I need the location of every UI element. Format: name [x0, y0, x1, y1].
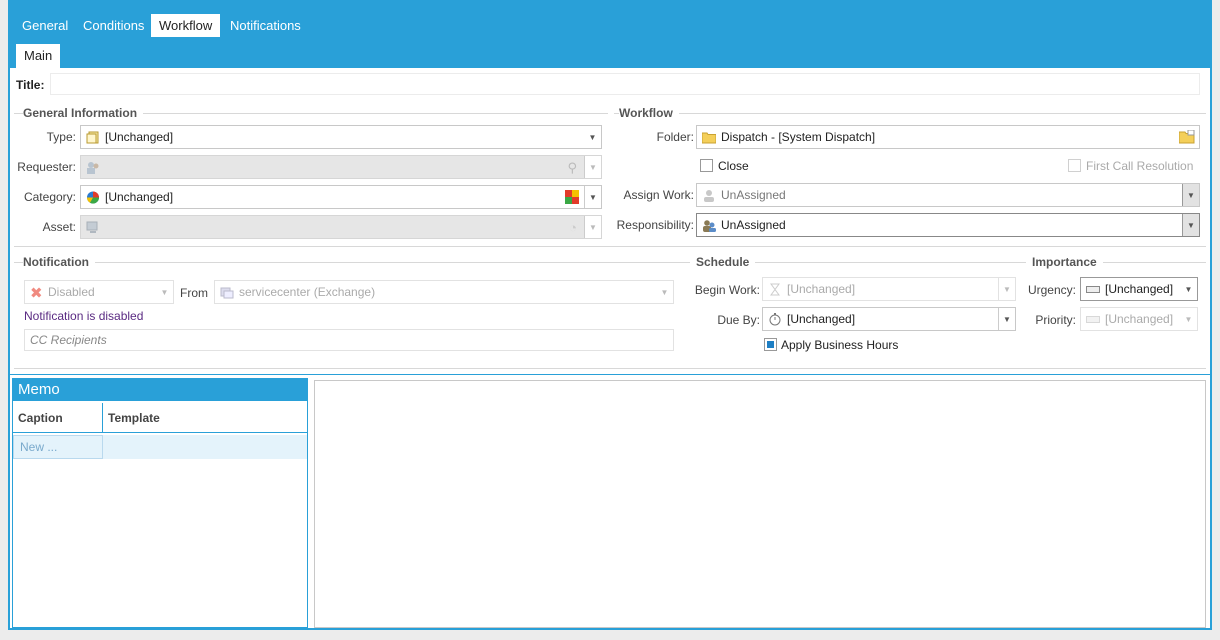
schedule-heading: Schedule	[696, 255, 756, 269]
tab-conditions[interactable]: Conditions	[75, 14, 152, 37]
chevron-down-icon[interactable]: ▼	[584, 216, 601, 238]
apply-business-hours-label: Apply Business Hours	[781, 338, 899, 352]
priority-level-icon	[1086, 315, 1100, 323]
responsibility-select[interactable]: UnAssigned ▼	[696, 213, 1200, 237]
asset-label: Asset:	[42, 220, 76, 234]
urgency-select[interactable]: [Unchanged] ▼	[1080, 277, 1198, 301]
importance-heading: Importance	[1032, 255, 1103, 269]
assign-work-value: UnAssigned	[721, 188, 786, 202]
begin-work-select[interactable]: [Unchanged] ▼	[762, 277, 1016, 301]
first-call-resolution-label: First Call Resolution	[1086, 159, 1194, 173]
assign-work-label: Assign Work:	[623, 188, 694, 202]
priority-value: [Unchanged]	[1105, 312, 1174, 326]
table-row[interactable]: New ...	[13, 435, 307, 459]
category-pie-icon	[86, 191, 100, 204]
category-value: [Unchanged]	[105, 190, 174, 204]
folder-label: Folder:	[656, 130, 694, 144]
urgency-value: [Unchanged]	[1105, 282, 1174, 296]
notification-heading: Notification	[23, 255, 95, 269]
tab-bar: General Conditions Workflow Notification…	[10, 2, 1210, 68]
close-checkbox[interactable]	[700, 159, 713, 172]
from-label: From	[180, 286, 208, 300]
notification-status-select[interactable]: ✖ Disabled ▼	[24, 280, 174, 304]
chevron-down-icon[interactable]: ▼	[156, 281, 173, 303]
responsibility-label: Responsibility:	[616, 218, 694, 232]
responsibility-value: UnAssigned	[721, 218, 786, 232]
chevron-down-icon[interactable]: ▼	[584, 186, 601, 208]
memo-panel: Memo Caption Template New ...	[12, 378, 308, 628]
apply-business-hours-checkbox[interactable]	[764, 338, 777, 351]
urgency-level-icon	[1086, 285, 1100, 293]
category-select[interactable]: [Unchanged] ▼	[80, 185, 602, 209]
type-label: Type:	[46, 130, 76, 144]
people-icon	[86, 161, 100, 174]
cc-recipients-input[interactable]: CC Recipients	[24, 329, 674, 351]
lookup-icon: ◔	[569, 220, 577, 235]
tab-general[interactable]: General	[14, 14, 76, 37]
template-column-header[interactable]: Template	[103, 403, 307, 433]
chevron-down-icon[interactable]: ▼	[584, 156, 601, 178]
type-icon	[86, 131, 100, 144]
type-value: [Unchanged]	[105, 130, 174, 144]
close-icon: ✖	[30, 285, 43, 302]
chevron-down-icon[interactable]: ▼	[1180, 308, 1197, 330]
hourglass-icon	[768, 283, 782, 296]
begin-work-value: [Unchanged]	[787, 282, 856, 296]
user-icon	[702, 189, 716, 202]
folder-field[interactable]: Dispatch - [System Dispatch]	[696, 125, 1200, 149]
chevron-down-icon[interactable]: ▼	[1182, 214, 1199, 236]
due-by-label: Due By:	[717, 313, 760, 327]
caption-column-header[interactable]: Caption	[13, 403, 103, 433]
due-by-value: [Unchanged]	[787, 312, 856, 326]
first-call-resolution-checkbox[interactable]	[1068, 159, 1081, 172]
tab-notifications[interactable]: Notifications	[222, 14, 309, 37]
mailbox-icon	[220, 286, 234, 299]
from-select[interactable]: servicecenter (Exchange) ▼	[214, 280, 674, 304]
new-memo-cell[interactable]: New ...	[13, 435, 103, 459]
requester-select[interactable]: ⚲ ▼	[80, 155, 602, 179]
priority-select[interactable]: [Unchanged] ▼	[1080, 307, 1198, 331]
category-label: Category:	[23, 190, 76, 204]
folder-icon	[701, 131, 717, 144]
stopwatch-icon	[768, 312, 782, 326]
tab-workflow[interactable]: Workflow	[151, 14, 221, 37]
notification-status-value: Disabled	[48, 285, 95, 299]
assign-work-select[interactable]: UnAssigned ▼	[696, 183, 1200, 207]
notification-disabled-message: Notification is disabled	[24, 309, 144, 323]
computer-icon	[86, 221, 100, 234]
memo-editor[interactable]	[314, 380, 1206, 628]
cc-recipients-placeholder: CC Recipients	[30, 333, 107, 347]
folder-open-icon[interactable]	[1178, 129, 1195, 147]
general-info-heading: General Information	[23, 106, 144, 120]
priority-label: Priority:	[1035, 313, 1076, 327]
memo-title: Memo	[13, 379, 307, 401]
search-icon: ⚲	[567, 160, 577, 175]
chevron-down-icon[interactable]: ▼	[584, 126, 601, 148]
requester-label: Requester:	[17, 160, 76, 174]
chevron-down-icon[interactable]: ▼	[1180, 278, 1197, 300]
group-icon	[702, 219, 716, 232]
folder-value: Dispatch - [System Dispatch]	[721, 130, 876, 144]
from-value: servicecenter (Exchange)	[239, 285, 376, 299]
close-label: Close	[718, 159, 749, 173]
title-input[interactable]	[50, 73, 1200, 95]
type-select[interactable]: [Unchanged] ▼	[80, 125, 602, 149]
category-grid-icon[interactable]	[565, 190, 579, 207]
begin-work-label: Begin Work:	[694, 283, 760, 297]
urgency-label: Urgency:	[1027, 283, 1076, 297]
chevron-down-icon[interactable]: ▼	[998, 278, 1015, 300]
title-label: Title:	[16, 78, 45, 92]
asset-select[interactable]: ◔ ▼	[80, 215, 602, 239]
workflow-heading: Workflow	[619, 106, 679, 120]
chevron-down-icon[interactable]: ▼	[998, 308, 1015, 330]
subtab-main[interactable]: Main	[16, 44, 61, 68]
chevron-down-icon[interactable]: ▼	[656, 281, 673, 303]
chevron-down-icon[interactable]: ▼	[1182, 184, 1199, 206]
window-frame: General Conditions Workflow Notification…	[8, 0, 1212, 630]
due-by-select[interactable]: [Unchanged] ▼	[762, 307, 1016, 331]
